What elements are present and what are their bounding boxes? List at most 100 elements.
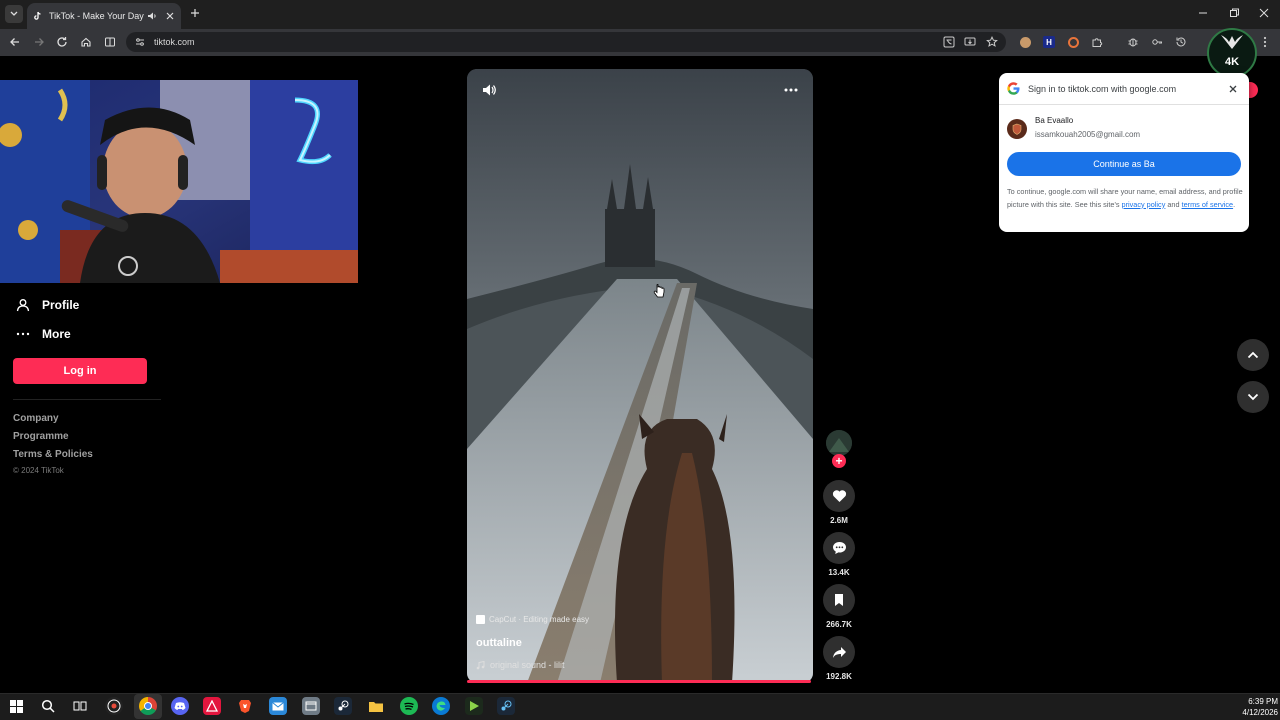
tab-close-icon[interactable] <box>165 11 175 21</box>
heart-icon <box>832 490 846 502</box>
taskbar-app-steam[interactable] <box>334 697 352 715</box>
tab-groups-button[interactable] <box>1126 35 1140 49</box>
footer-link-terms[interactable]: Terms & Policies <box>13 449 93 460</box>
bookmark-star-button[interactable] <box>985 35 999 49</box>
nav-profile[interactable]: Profile <box>14 296 79 314</box>
chrome-menu-button[interactable] <box>1258 35 1272 49</box>
taskbar-app-edge[interactable] <box>432 697 450 715</box>
video-progress-bar[interactable] <box>467 680 811 683</box>
share-arrow-icon <box>832 646 846 658</box>
minimize-window-icon[interactable] <box>1196 6 1210 20</box>
share-button[interactable] <box>823 636 855 668</box>
password-manager-button[interactable] <box>1150 35 1164 49</box>
home-button[interactable] <box>78 34 94 50</box>
terms-of-service-link[interactable]: terms of service <box>1182 200 1234 209</box>
taskbar-app-files[interactable] <box>302 697 320 715</box>
taskbar-search-button[interactable] <box>39 697 57 715</box>
star-icon <box>986 36 998 47</box>
mail-icon <box>272 701 284 710</box>
affinity-icon <box>206 700 218 712</box>
next-video-button[interactable] <box>1237 381 1269 413</box>
sound-label: original sound - lilit <box>490 660 565 670</box>
save-count: 266.7K <box>826 620 852 629</box>
bookmark-icon <box>835 594 843 606</box>
browser-tab[interactable]: TikTok - Make Your Day <box>27 3 181 29</box>
music-note-icon <box>476 660 485 669</box>
system-clock[interactable]: 6:39 PM 4/12/2026 <box>1230 696 1278 718</box>
brave-lion-icon <box>239 700 251 713</box>
history-button[interactable] <box>1174 35 1188 49</box>
eagle-icon <box>1221 35 1243 49</box>
popup-close-icon[interactable] <box>1227 83 1239 95</box>
follow-button[interactable]: + <box>832 454 846 468</box>
nav-more[interactable]: More <box>14 325 71 343</box>
taskbar-app-steam-2[interactable] <box>497 697 515 715</box>
clock-date: 4/12/2026 <box>1242 708 1278 717</box>
start-button[interactable] <box>7 697 25 715</box>
save-button[interactable] <box>823 584 855 616</box>
close-window-icon[interactable] <box>1257 6 1271 20</box>
puzzle-icon <box>1092 38 1103 47</box>
capcut-attribution[interactable]: CapCut · Editing made easy <box>476 615 589 624</box>
sound-info[interactable]: original sound - lilit <box>476 660 565 670</box>
back-button[interactable] <box>7 34 23 50</box>
tab-search-button[interactable] <box>5 5 23 23</box>
webcam-overlay <box>0 80 358 283</box>
taskbar-app-brave[interactable] <box>236 697 254 715</box>
extension-button[interactable]: H <box>1042 35 1056 49</box>
taskbar-app-spotify[interactable] <box>400 697 418 715</box>
footer-link-programme[interactable]: Programme <box>13 431 69 442</box>
person-icon <box>14 296 32 314</box>
footer-link-company[interactable]: Company <box>13 413 59 424</box>
video-author[interactable]: outtaline <box>476 637 522 649</box>
taskbar-app-affinity[interactable] <box>203 697 221 715</box>
translate-button[interactable] <box>942 35 956 49</box>
like-button[interactable] <box>823 480 855 512</box>
new-tab-plus-icon[interactable] <box>188 6 202 20</box>
address-bar[interactable]: tiktok.com <box>126 32 1006 52</box>
volume-icon[interactable] <box>481 82 497 98</box>
video-more-options-icon[interactable] <box>783 87 799 93</box>
previous-video-button[interactable] <box>1237 339 1269 371</box>
home-icon <box>81 37 91 47</box>
google-signin-popup: Sign in to tiktok.com with google.com Ba… <box>999 73 1249 232</box>
continue-as-button[interactable]: Continue as Ba <box>1007 152 1241 176</box>
tiktok-favicon-icon <box>34 11 41 20</box>
task-view-button[interactable] <box>71 697 89 715</box>
taskbar-app-chrome[interactable] <box>139 697 157 715</box>
share-count: 192.8K <box>826 672 852 681</box>
extension-button[interactable] <box>1018 35 1032 49</box>
orange-extension-icon <box>1067 36 1079 48</box>
site-info-icon[interactable] <box>134 36 146 48</box>
discord-icon <box>174 701 186 710</box>
install-app-button[interactable] <box>963 35 977 49</box>
forward-button[interactable] <box>31 34 47 50</box>
privacy-policy-link[interactable]: privacy policy <box>1122 200 1166 209</box>
copyright-text: © 2024 TikTok <box>13 466 64 475</box>
account-chip[interactable]: Ba Evaallo issamkouah2005@gmail.com <box>1007 116 1140 139</box>
split-view-button[interactable] <box>102 34 118 50</box>
restore-window-icon[interactable] <box>1227 6 1241 20</box>
split-view-icon <box>105 37 115 47</box>
taskbar-app-play[interactable] <box>465 697 483 715</box>
extensions-menu-button[interactable] <box>1090 35 1104 49</box>
history-icon <box>1176 37 1186 47</box>
creator-avatar[interactable] <box>826 430 852 456</box>
reload-button[interactable] <box>54 34 70 50</box>
arrow-right-icon <box>35 38 44 46</box>
comment-button[interactable] <box>823 532 855 564</box>
bug-icon <box>1128 38 1138 47</box>
extension-button[interactable] <box>1066 35 1080 49</box>
login-button[interactable]: Log in <box>13 358 147 384</box>
mouse-cursor-icon <box>653 283 665 298</box>
taskbar-app-mail[interactable] <box>269 697 287 715</box>
clock-time: 6:39 PM <box>1248 697 1278 706</box>
streamer-webcam-image <box>0 80 358 283</box>
url-text: tiktok.com <box>154 37 195 47</box>
audio-playing-icon[interactable] <box>147 11 157 21</box>
video-player[interactable] <box>467 69 813 683</box>
popup-header: Sign in to tiktok.com with google.com <box>999 73 1249 105</box>
taskbar-app-obs[interactable] <box>105 697 123 715</box>
taskbar-app-discord[interactable] <box>171 697 189 715</box>
taskbar-app-explorer[interactable] <box>367 697 385 715</box>
